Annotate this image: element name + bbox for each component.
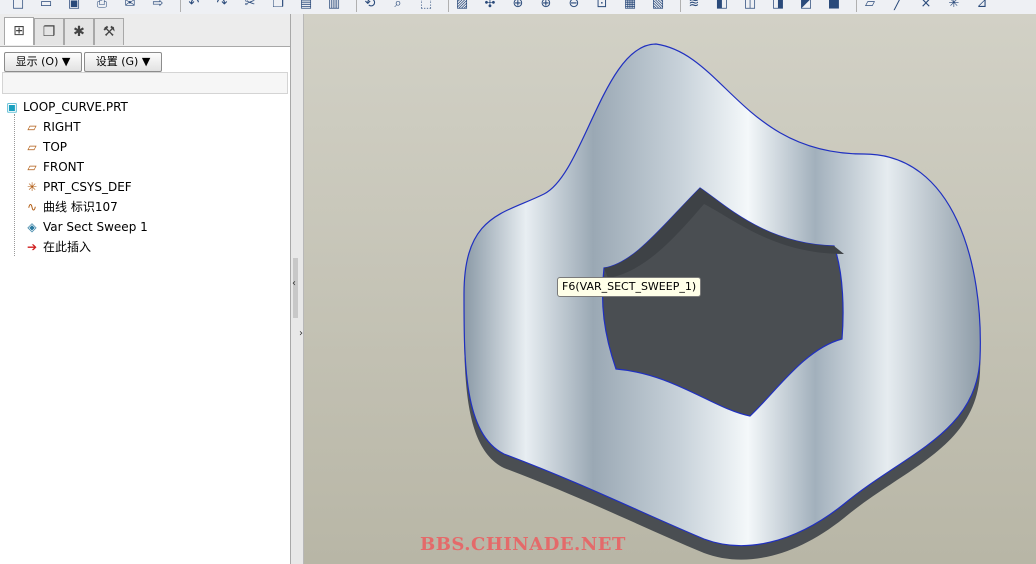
main-toolbar: □ ▭ ▣ ⎙ ✉ ⇨ ↶ ↷ ✂ ❐ ▤ ▥ ⟲ ⌕ ⬚ ▨ ✣ ⊕ ⊕ ⊖ ⊡ ▦ ▧ ≋ ◧ ◫ ◨ ◩ ■ ▱ ╱ × ✳ ⊿ — [0, 0, 1036, 15]
settings-dropdown-button[interactable]: 设置 (G) ▼ — [84, 52, 162, 72]
tree-filter-bar[interactable] — [2, 72, 288, 94]
wireframe-icon[interactable]: ◫ — [742, 0, 758, 12]
shaded-icon[interactable]: ■ — [826, 0, 842, 12]
mail-icon[interactable]: ✉ — [122, 0, 138, 12]
print-icon[interactable]: ⎙ — [94, 0, 110, 12]
favorites-folder-icon: ✱ — [73, 24, 85, 40]
repaint-icon[interactable]: ▨ — [454, 0, 470, 12]
feature-tooltip: F6(VAR_SECT_SWEEP_1) — [557, 277, 702, 297]
tree-item-label: LOOP_CURVE.PRT — [23, 100, 128, 114]
tree-item-curve[interactable]: ∿ 曲线 标识107 — [24, 198, 118, 216]
find-icon[interactable]: ⌕ — [390, 0, 406, 12]
toolbar-separator — [448, 0, 449, 12]
toolbar-separator — [856, 0, 857, 12]
paste-special-icon[interactable]: ▥ — [326, 0, 342, 12]
collapse-left-icon[interactable]: ‹ — [292, 278, 296, 289]
tree-item-sweep[interactable]: ◈ Var Sect Sweep 1 — [24, 218, 148, 236]
tree-button-row: 显示 (O) ▼ 设置 (G) ▼ — [0, 50, 290, 72]
tree-item-csys[interactable]: ✳ PRT_CSYS_DEF — [24, 178, 132, 196]
cut-icon[interactable]: ✂ — [242, 0, 258, 12]
tree-item-label: 在此插入 — [43, 240, 92, 254]
curve-icon: ∿ — [26, 200, 38, 214]
spin-center-icon[interactable]: ✣ — [482, 0, 498, 12]
tab-layers[interactable]: ❐ — [34, 18, 64, 45]
toolbar-separator — [180, 0, 181, 12]
csys-icon[interactable]: ✳ — [946, 0, 962, 12]
no-hidden-icon[interactable]: ◩ — [798, 0, 814, 12]
tab-favorites[interactable]: ✱ — [64, 18, 94, 45]
hammer-icon: ⚒ — [102, 24, 116, 40]
new-icon[interactable]: □ — [10, 0, 26, 12]
save-icon[interactable]: ▣ — [66, 0, 82, 12]
sweep-feature-icon: ◈ — [27, 220, 37, 234]
datum-plane-icon[interactable]: ▱ — [862, 0, 878, 12]
zoom-out-icon[interactable]: ⊖ — [566, 0, 582, 12]
shading-icon[interactable]: ◧ — [714, 0, 730, 12]
model-tree-panel: ⊞ ❐ ✱ ⚒ 显示 (O) ▼ 设置 (G) ▼ ▣ LOOP_CURVE.PR… — [0, 14, 291, 564]
select-box-icon[interactable]: ⬚ — [418, 0, 434, 12]
part-icon: ▣ — [6, 100, 18, 114]
tree-item-insert-here[interactable]: ➔ 在此插入 — [24, 238, 91, 256]
tree-item-front[interactable]: ▱ FRONT — [24, 158, 84, 176]
watermark-text: BBS.CHINADE.NET — [420, 534, 626, 555]
undo-icon[interactable]: ↶ — [186, 0, 202, 12]
insert-arrow-icon: ➔ — [26, 240, 38, 254]
send-icon[interactable]: ⇨ — [150, 0, 166, 12]
view-manager-icon[interactable]: ▦ — [622, 0, 638, 12]
tree-item-label: 曲线 标识107 — [43, 200, 118, 214]
expand-right-icon[interactable]: › — [299, 328, 303, 339]
zoom-in-icon[interactable]: ⊕ — [538, 0, 554, 12]
saved-views-icon[interactable]: ▧ — [650, 0, 666, 12]
tree-item-label: PRT_CSYS_DEF — [43, 180, 132, 194]
tree-item-label: RIGHT — [43, 120, 81, 134]
toolbar-separator — [680, 0, 681, 12]
datum-point-icon[interactable]: × — [918, 0, 934, 12]
tab-tools[interactable]: ⚒ — [94, 18, 124, 45]
tree-item-top[interactable]: ▱ TOP — [24, 138, 67, 156]
datum-axis-icon[interactable]: ╱ — [890, 0, 906, 12]
tree-item-label: TOP — [43, 140, 68, 154]
layers-icon[interactable]: ≋ — [686, 0, 702, 12]
tree-item-part[interactable]: ▣ LOOP_CURVE.PRT — [4, 98, 128, 116]
toolbar-separator — [356, 0, 357, 12]
regenerate-icon[interactable]: ⟲ — [362, 0, 378, 12]
datum-plane-icon: ▱ — [27, 140, 37, 154]
csys-icon: ✳ — [26, 180, 38, 194]
show-dropdown-button[interactable]: 显示 (O) ▼ — [4, 52, 82, 72]
paste-icon[interactable]: ▤ — [298, 0, 314, 12]
tree-item-right[interactable]: ▱ RIGHT — [24, 118, 81, 136]
model-tree-icon: ⊞ — [13, 23, 25, 39]
layers-icon: ❐ — [42, 24, 56, 40]
open-icon[interactable]: ▭ — [38, 0, 54, 12]
panel-splitter[interactable]: ‹ › — [291, 14, 304, 564]
datum-plane-icon: ▱ — [27, 160, 37, 174]
orient-icon[interactable]: ⊕ — [510, 0, 526, 12]
copy-icon[interactable]: ❐ — [270, 0, 286, 12]
tree-item-label: FRONT — [43, 160, 84, 174]
annotation-icon[interactable]: ⊿ — [974, 0, 990, 12]
refit-icon[interactable]: ⊡ — [594, 0, 610, 12]
redo-icon[interactable]: ↷ — [214, 0, 230, 12]
hidden-line-icon[interactable]: ◨ — [770, 0, 786, 12]
tree-connector-line — [14, 114, 16, 256]
tree-item-label: Var Sect Sweep 1 — [43, 220, 148, 234]
tab-model-tree[interactable]: ⊞ — [4, 17, 34, 45]
navigator-tabs: ⊞ ❐ ✱ ⚒ — [0, 14, 290, 47]
datum-plane-icon: ▱ — [27, 120, 37, 134]
